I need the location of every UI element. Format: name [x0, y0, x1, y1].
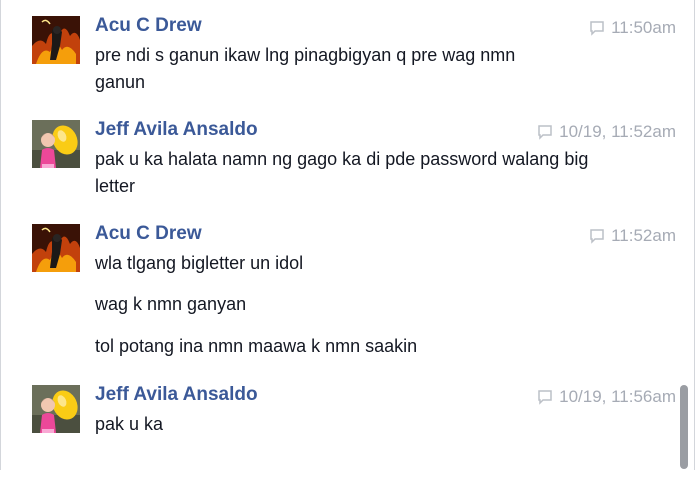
- timestamp-text: 11:52am: [611, 226, 676, 245]
- fire-warrior-avatar-image: [32, 224, 80, 272]
- reply-icon: [537, 124, 553, 146]
- sender-name[interactable]: Jeff Avila Ansaldo: [95, 384, 258, 406]
- girl-with-balloon-avatar-image: [32, 385, 80, 433]
- avatar[interactable]: [32, 385, 80, 433]
- message-text: wla tlgang bigletter un idol: [95, 253, 304, 273]
- timestamp-text: 10/19, 11:52am: [559, 122, 676, 141]
- bottom-strip: [0, 470, 695, 493]
- timestamp: 11:52am: [589, 225, 676, 250]
- message-text: tol potang ina nmn maawa k nmn saakin: [95, 336, 418, 356]
- chat-conversation-pane[interactable]: Acu C Drew 11:50am pre ndi s ganun ikaw …: [0, 0, 695, 470]
- avatar[interactable]: [32, 16, 80, 64]
- timestamp: 10/19, 11:56am: [537, 386, 676, 411]
- reply-icon: [589, 20, 605, 42]
- timestamp-text: 11:50am: [611, 18, 676, 37]
- sender-name[interactable]: Acu C Drew: [95, 223, 202, 245]
- message-text: pre ndi s ganun ikaw lng pinagbigyan q p…: [95, 45, 516, 92]
- timestamp: 11:50am: [589, 17, 676, 42]
- message-text: wag k nmn ganyan: [95, 294, 247, 314]
- sender-name[interactable]: Acu C Drew: [95, 15, 202, 37]
- scrollbar-thumb[interactable]: [680, 385, 688, 469]
- sender-name[interactable]: Jeff Avila Ansaldo: [95, 119, 258, 141]
- reply-icon: [589, 228, 605, 250]
- timestamp-text: 10/19, 11:56am: [559, 387, 676, 406]
- fire-warrior-avatar-image: [32, 16, 80, 64]
- reply-icon: [537, 389, 553, 411]
- avatar[interactable]: [32, 120, 80, 168]
- message-text: pak u ka: [95, 414, 164, 434]
- timestamp: 10/19, 11:52am: [537, 121, 676, 146]
- girl-with-balloon-avatar-image: [32, 120, 80, 168]
- message-text: pak u ka halata namn ng gago ka di pde p…: [95, 149, 589, 196]
- avatar[interactable]: [32, 224, 80, 272]
